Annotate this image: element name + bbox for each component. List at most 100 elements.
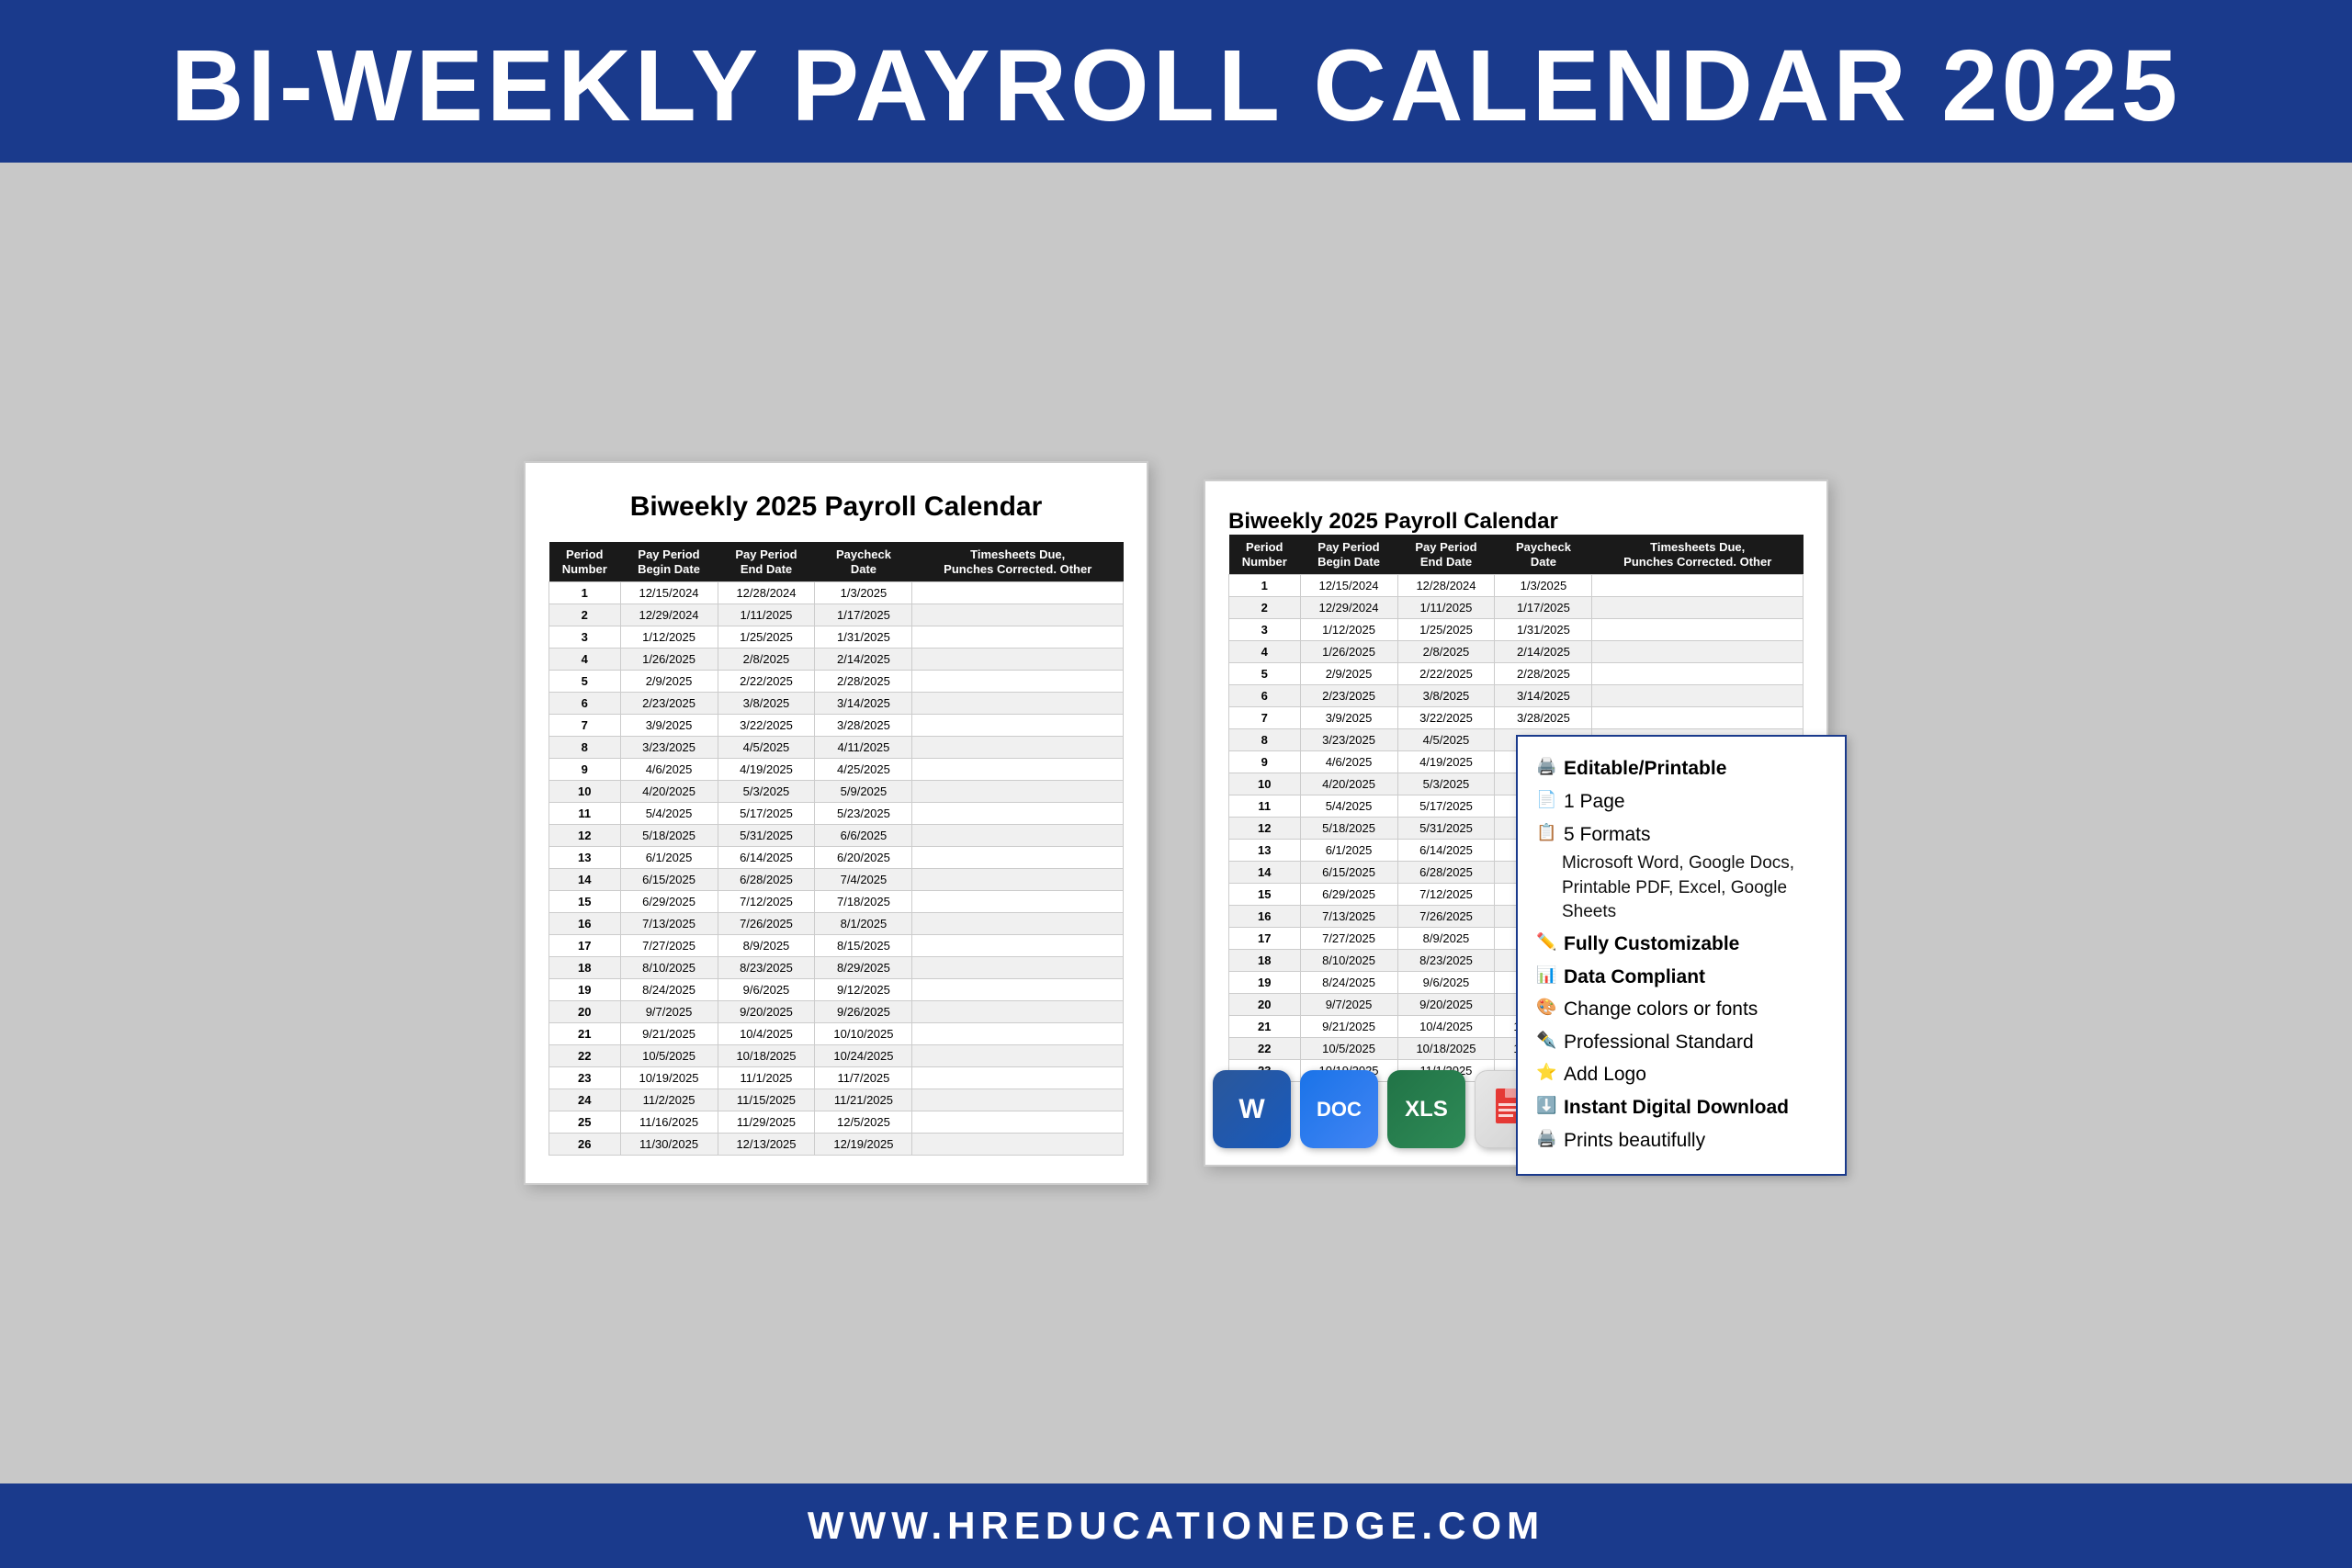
table-cell: 4/20/2025 [1300,773,1397,795]
table-cell: 1/11/2025 [1397,597,1495,619]
header: BI-WEEKLY PAYROLL CALENDAR 2025 [0,0,2352,163]
table-cell: 10/5/2025 [620,1045,718,1067]
table-cell: 9 [549,759,621,781]
table-cell: 5/31/2025 [1397,818,1495,840]
table-row: 2411/2/202511/15/202511/21/2025 [549,1089,1124,1111]
table-cell: 1/31/2025 [1495,619,1592,641]
table-cell: 11/15/2025 [718,1089,815,1111]
table-cell [1592,663,1804,685]
feature-icon: ⭐ [1536,1059,1558,1086]
table-cell: 2 [549,604,621,626]
table-cell: 6/6/2025 [815,825,912,847]
table-row: 41/26/20252/8/20252/14/2025 [549,649,1124,671]
feature-item: ✏️Fully Customizable [1536,929,1826,960]
feature-item: ⭐Add Logo [1536,1059,1826,1090]
table-row: 219/21/202510/4/202510/10/2025 [549,1023,1124,1045]
table-cell: 3/28/2025 [815,715,912,737]
table-cell: 7 [549,715,621,737]
table-cell: 20 [549,1001,621,1023]
table-cell [912,979,1124,1001]
table-cell: 4/20/2025 [620,781,718,803]
word-icon: W [1213,1070,1291,1148]
table-cell: 6 [549,693,621,715]
table-cell: 13 [549,847,621,869]
table-cell: 12 [1229,818,1301,840]
table-cell: 19 [1229,972,1301,994]
table-cell [1592,619,1804,641]
table-cell: 5/17/2025 [1397,795,1495,818]
table-cell: 4 [549,649,621,671]
table-cell: 14 [1229,862,1301,884]
table-cell: 12 [549,825,621,847]
col-period: PeriodNumber [549,542,621,582]
table-cell [912,1045,1124,1067]
table-cell [912,649,1124,671]
table-cell: 2/14/2025 [815,649,912,671]
doc-icon: DOC [1300,1070,1378,1148]
table-cell: 11/16/2025 [620,1111,718,1134]
table-cell: 19 [549,979,621,1001]
table-cell: 3 [549,626,621,649]
table-cell: 4 [1229,641,1301,663]
table-cell: 12/29/2024 [620,604,718,626]
table-cell: 4/11/2025 [815,737,912,759]
table-cell: 1 [1229,575,1301,597]
table-row: 52/9/20252/22/20252/28/2025 [549,671,1124,693]
table-cell: 5 [549,671,621,693]
table-cell: 2/23/2025 [620,693,718,715]
table-cell: 15 [1229,884,1301,906]
feature-text: 5 Formats [1564,819,1651,851]
table-row: 41/26/20252/8/20252/14/2025 [1229,641,1804,663]
table-cell: 7/12/2025 [718,891,815,913]
table-cell [912,913,1124,935]
table-cell: 16 [1229,906,1301,928]
table-cell: 1/26/2025 [1300,641,1397,663]
col2-period: PeriodNumber [1229,535,1301,575]
table-cell: 3/9/2025 [1300,707,1397,729]
table-cell: 3/23/2025 [620,737,718,759]
table-row: 198/24/20259/6/20259/12/2025 [549,979,1124,1001]
col2-begin: Pay PeriodBegin Date [1300,535,1397,575]
table-cell: 4/5/2025 [718,737,815,759]
table-cell: 9/20/2025 [1397,994,1495,1016]
table-cell: 6/28/2025 [718,869,815,891]
table-cell: 15 [549,891,621,913]
feature-item: 🖨️Editable/Printable [1536,753,1826,784]
table-cell: 10 [1229,773,1301,795]
table-cell: 12/5/2025 [815,1111,912,1134]
table-cell: 8/1/2025 [815,913,912,935]
table-cell [912,957,1124,979]
table-cell: 5/23/2025 [815,803,912,825]
feature-item: 🖨️Prints beautifully [1536,1125,1826,1156]
features-box: 🖨️Editable/Printable📄1 Page📋5 FormatsMic… [1516,735,1847,1176]
xls-icon: XLS [1387,1070,1465,1148]
col-end: Pay PeriodEnd Date [718,542,815,582]
main-content: Biweekly 2025 Payroll Calendar PeriodNum… [0,163,2352,1483]
table-cell: 16 [549,913,621,935]
table-cell: 5/18/2025 [1300,818,1397,840]
table-cell: 8/10/2025 [1300,950,1397,972]
table-row: 2511/16/202511/29/202512/5/2025 [549,1111,1124,1134]
table-cell: 2/8/2025 [718,649,815,671]
table-cell: 26 [549,1134,621,1156]
table-cell: 6/29/2025 [620,891,718,913]
table-cell: 1/3/2025 [1495,575,1592,597]
table-cell: 6/1/2025 [620,847,718,869]
table-cell [1592,707,1804,729]
table-cell: 10/4/2025 [1397,1016,1495,1038]
table-cell [912,759,1124,781]
table-cell: 4/25/2025 [815,759,912,781]
feature-text: Prints beautifully [1564,1125,1705,1156]
right-section: Biweekly 2025 Payroll Calendar PeriodNum… [1204,479,1828,1167]
table-cell: 1/3/2025 [815,582,912,604]
table-cell: 3/14/2025 [815,693,912,715]
table-cell: 6/15/2025 [620,869,718,891]
table-cell: 4/6/2025 [1300,751,1397,773]
table-cell: 5/18/2025 [620,825,718,847]
table-cell: 11/30/2025 [620,1134,718,1156]
table-row: 112/15/202412/28/20241/3/2025 [1229,575,1804,597]
table-cell: 9/26/2025 [815,1001,912,1023]
table-cell [912,869,1124,891]
table-cell: 8/23/2025 [1397,950,1495,972]
table-cell [912,1001,1124,1023]
